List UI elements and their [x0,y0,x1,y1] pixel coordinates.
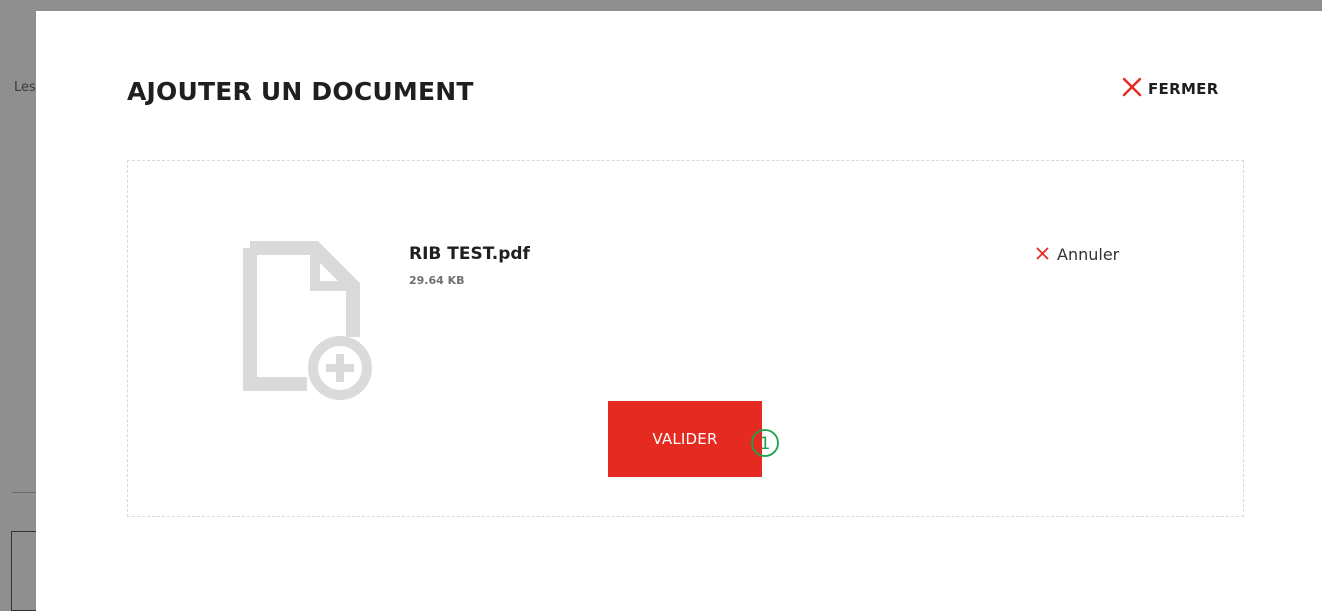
add-document-modal: AJOUTER UN DOCUMENT FERMER RIB TEST.pdf … [36,11,1322,611]
cancel-label: Annuler [1057,245,1120,264]
document-add-icon [241,239,377,403]
background-page-text: Les [14,80,36,95]
cancel-upload-button[interactable]: Annuler [1036,245,1119,264]
validate-button[interactable]: VALIDER [608,401,762,477]
file-name: RIB TEST.pdf [409,244,530,264]
file-info: RIB TEST.pdf 29.64 KB [409,243,530,287]
file-dropzone[interactable]: RIB TEST.pdf 29.64 KB Annuler VALIDER [127,160,1244,517]
background-box [11,531,37,611]
close-modal-button[interactable]: FERMER [1122,77,1219,101]
modal-title: AJOUTER UN DOCUMENT [127,77,474,106]
background-divider [12,492,36,493]
close-x-icon [1036,245,1049,264]
step-marker-icon: 1 [750,428,780,458]
close-x-icon [1122,77,1142,101]
step-marker-number: 1 [760,434,771,454]
file-size: 29.64 KB [409,274,465,287]
close-label: FERMER [1148,80,1219,98]
